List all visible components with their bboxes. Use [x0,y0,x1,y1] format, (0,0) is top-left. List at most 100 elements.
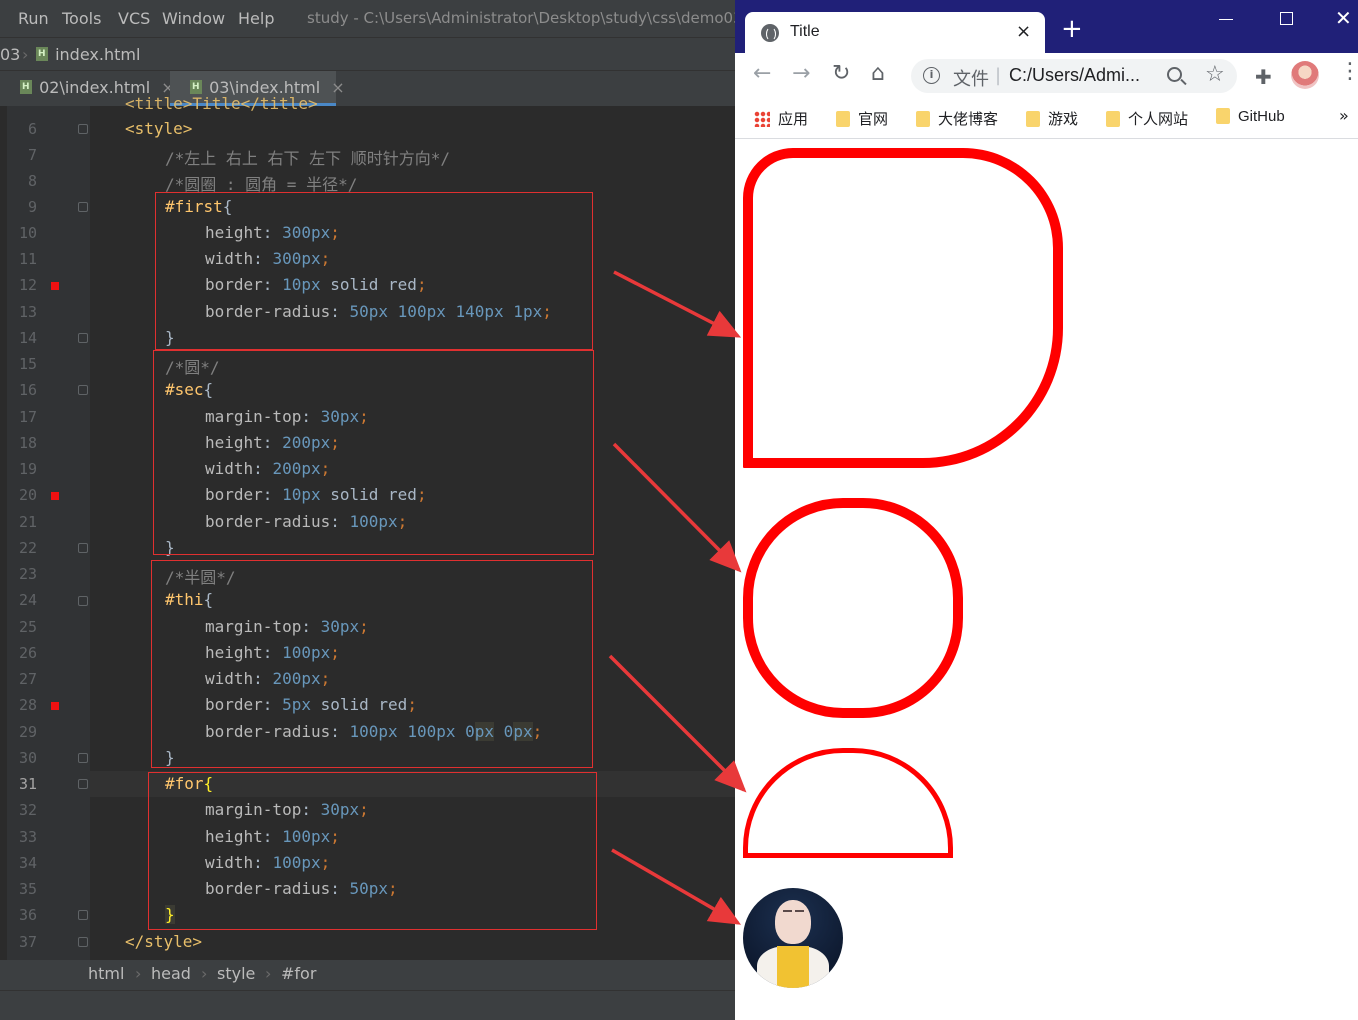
maximize-icon[interactable] [1280,12,1293,25]
forward-arrow-icon[interactable]: → [792,63,810,85]
line-number: 26 [18,644,37,662]
html-file-icon [18,79,34,95]
info-icon[interactable]: i [923,67,940,84]
window-title: study - C:\Users\Administrator\Desktop\s… [307,9,735,27]
fold-icon[interactable] [78,910,88,920]
code-line-7: /*左上 右上 右下 左下 顺时针方向*/ [165,149,451,168]
bookmark-folder-games[interactable]: 游戏 [1026,108,1078,129]
nav-file[interactable]: index.html [34,45,140,64]
fold-icon[interactable] [78,543,88,553]
browser-tab[interactable]: Title × [745,12,1045,53]
line-number: 30 [18,749,37,767]
line-number: 16 [18,381,37,399]
bookmarks-bar: 应用 官网 大佬博客 游戏 个人网站 GitHub » [735,99,1358,139]
line-number: 18 [18,434,37,452]
code-line-partial: <title>Title</title> [125,94,318,113]
menu-help[interactable]: Help [238,9,274,28]
code-line-37: </style> [125,932,203,951]
bookmark-apps[interactable]: 应用 [754,108,808,129]
line-number: 33 [18,828,37,846]
bookmark-label: GitHub [1238,108,1285,125]
crumb-for[interactable]: #for [281,964,316,983]
fold-icon[interactable] [78,202,88,212]
fold-icon[interactable] [78,385,88,395]
crumb-separator-icon: › [265,964,272,983]
back-arrow-icon[interactable]: ← [753,63,771,85]
html-file-icon [188,79,204,95]
line-number: 28 [18,696,37,714]
shape-sec-rounded-square [743,498,963,718]
reload-icon[interactable]: ↻ [832,63,850,85]
bookmark-folder-github[interactable]: GitHub [1216,108,1285,125]
crumb-head[interactable]: head [151,964,191,983]
nav-separator-icon: › [22,45,29,64]
window-close-icon[interactable]: ✕ [1335,8,1352,28]
extensions-puzzle-icon[interactable]: ✚ [1255,65,1272,89]
menu-run[interactable]: Run [18,9,49,28]
home-icon[interactable]: ⌂ [871,63,885,85]
annotation-box-thi [151,560,593,768]
ide-window: | Run Tools VCS Window Help study - C:\U… [0,0,735,1020]
code-editor[interactable]: 6 7 8 9 10 11 12 13 14 15 16 17 18 19 20… [0,94,735,960]
apps-grid-icon [754,111,770,127]
avatar-eye [783,910,792,912]
zoom-icon[interactable] [1167,67,1182,82]
address-scheme-label: 文件 [953,69,989,90]
line-number: 14 [18,329,37,347]
crumb-html[interactable]: html [88,964,124,983]
structure-breadcrumb: html › head › style › #for [0,960,735,990]
editor-tabs: 02\index.html × 03\index.html × [0,71,735,106]
line-number: 12 [18,276,37,294]
annotation-box-for [148,772,597,930]
menu-vcs[interactable]: VCS [118,9,150,28]
crumb-style[interactable]: style [217,964,255,983]
line-number: 21 [18,513,37,531]
menu-kebab-icon[interactable]: ⋮ [1339,61,1358,83]
line-number: 32 [18,801,37,819]
line-number-current: 31 [18,775,37,793]
fold-icon[interactable] [78,596,88,606]
color-swatch-icon [51,492,59,500]
bookmark-star-icon[interactable]: ☆ [1205,62,1225,87]
menu-tools[interactable]: Tools [62,9,101,28]
avatar-eye [795,910,804,912]
line-number: 34 [18,854,37,872]
html-file-icon [34,46,50,62]
address-url[interactable]: C:/Users/Admi... [1009,65,1140,86]
bookmark-label: 应用 [778,111,809,128]
address-divider: | [995,65,1002,86]
fold-icon[interactable] [78,753,88,763]
close-icon[interactable]: × [331,78,344,97]
nav-folder[interactable]: 03 [0,45,20,64]
bookmarks-more-icon[interactable]: » [1339,106,1349,125]
code-line-6: <style> [125,119,193,138]
shape-for-avatar-image [743,888,843,988]
line-number: 20 [18,486,37,504]
menu-window[interactable]: Window [162,9,225,28]
address-bar[interactable]: i 文件 | C:/Users/Admi... ☆ [911,59,1237,93]
folder-icon [1106,111,1120,127]
bookmark-folder-personal[interactable]: 个人网站 [1106,108,1188,129]
tab-title: Title [790,23,820,40]
fold-icon[interactable] [78,937,88,947]
new-tab-button[interactable]: + [1061,16,1083,42]
line-gutter: 6 7 8 9 10 11 12 13 14 15 16 17 18 19 20… [7,106,90,960]
navigation-bar: 03 › index.html [0,37,735,71]
annotation-box-first [155,192,593,350]
bookmark-label: 游戏 [1048,111,1079,128]
tab-close-icon[interactable]: × [1016,21,1031,42]
bookmark-folder-blogs[interactable]: 大佬博客 [916,108,998,129]
shape-thi-half-circle [743,748,953,858]
crumb-separator-icon: › [201,964,208,983]
line-number: 35 [18,880,37,898]
fold-icon[interactable] [78,333,88,343]
line-number: 19 [18,460,37,478]
fold-icon[interactable] [78,779,88,789]
line-number: 11 [18,250,37,268]
bookmark-folder-official[interactable]: 官网 [836,108,888,129]
fold-icon[interactable] [78,124,88,134]
shape-first-rounded-box [743,148,1063,468]
profile-avatar[interactable] [1291,61,1319,89]
minimize-icon[interactable] [1219,19,1233,20]
globe-icon [761,24,779,42]
